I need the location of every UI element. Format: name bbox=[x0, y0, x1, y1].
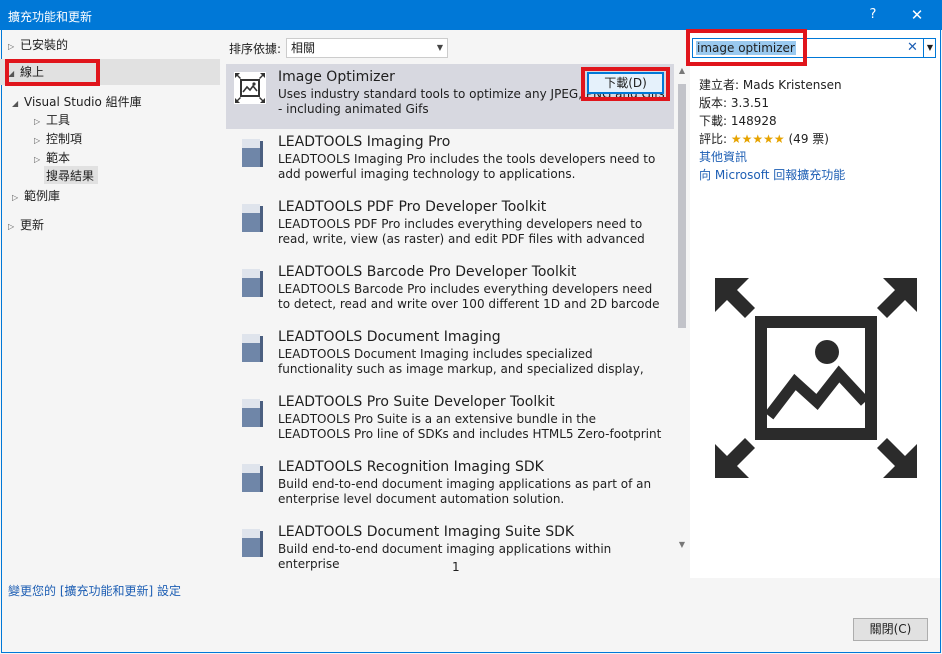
list-item[interactable]: LEADTOOLS Imaging Pro LEADTOOLS Imaging … bbox=[226, 129, 674, 194]
tree-label: 控制項 bbox=[46, 132, 83, 146]
tree-item-templates[interactable]: ▷ 範本 bbox=[34, 149, 70, 167]
version-text: 版本: 3.3.51 bbox=[699, 96, 770, 110]
tree-item-samples[interactable]: ▷ 範例庫 bbox=[12, 187, 60, 205]
rating-stars-icon: ★★★★★ bbox=[730, 132, 785, 146]
settings-link[interactable]: 變更您的 [擴充功能和更新] 設定 bbox=[8, 582, 181, 599]
leadtools-box-icon bbox=[242, 529, 263, 557]
scroll-up-icon[interactable]: ▲ bbox=[676, 66, 688, 75]
search-query: image optimizer bbox=[696, 41, 796, 55]
image-optimizer-icon bbox=[234, 72, 266, 104]
tree-label: 搜尋結果 bbox=[46, 169, 95, 183]
clear-icon[interactable]: ✕ bbox=[907, 40, 918, 55]
scroll-thumb[interactable] bbox=[678, 84, 686, 328]
votes-text: (49 票) bbox=[788, 132, 829, 146]
window-title: 擴充功能和更新 bbox=[8, 10, 93, 24]
leadtools-box-icon bbox=[242, 464, 263, 492]
tree-label: 已安裝的 bbox=[20, 38, 69, 52]
tree-label: 線上 bbox=[20, 65, 45, 79]
item-name: LEADTOOLS Document Imaging bbox=[278, 329, 501, 345]
search-input[interactable]: image optimizer ✕ ▼ bbox=[692, 38, 936, 58]
item-description: LEADTOOLS Document Imaging includes spec… bbox=[278, 347, 644, 376]
chevron-down-icon: ▼ bbox=[436, 43, 443, 52]
list-item[interactable]: LEADTOOLS Barcode Pro Developer Toolkit … bbox=[226, 259, 674, 324]
list-item[interactable]: LEADTOOLS Recognition Imaging SDK Build … bbox=[226, 454, 674, 519]
item-name: LEADTOOLS Imaging Pro bbox=[278, 134, 451, 150]
item-description: LEADTOOLS Imaging Pro includes the tools… bbox=[278, 152, 656, 181]
expand-arrow-icon: ▷ bbox=[12, 193, 19, 202]
rating-label: 評比: bbox=[699, 132, 728, 146]
tree-label: 工具 bbox=[46, 113, 71, 127]
scroll-down-icon[interactable]: ▼ bbox=[676, 540, 688, 549]
expand-arrow-icon: ▷ bbox=[34, 136, 41, 145]
image-optimizer-large-icon bbox=[715, 278, 917, 478]
extension-list: Image Optimizer Uses industry standard t… bbox=[226, 64, 674, 576]
leadtools-box-icon bbox=[242, 334, 263, 362]
expand-arrow-icon: ▷ bbox=[34, 117, 41, 126]
list-scrollbar[interactable]: ▲ ▼ bbox=[676, 64, 688, 554]
list-item[interactable]: LEADTOOLS Document Imaging Suite SDK Bui… bbox=[226, 519, 674, 576]
category-tree: ▷ 已安裝的 ◢ 線上 ◢ Visual Studio 組件庫 ▷ 工具 ▷ 控制項 ▷ 範… bbox=[0, 30, 222, 578]
tree-item-updates[interactable]: ▷ 更新 bbox=[8, 216, 44, 234]
item-description: Build end-to-end document imaging applic… bbox=[278, 542, 612, 571]
leadtools-box-icon bbox=[242, 269, 263, 297]
close-button[interactable]: 關閉(C) bbox=[853, 618, 928, 641]
tree-item-controls[interactable]: ▷ 控制項 bbox=[34, 130, 82, 148]
item-name: LEADTOOLS Pro Suite Developer Toolkit bbox=[278, 394, 555, 410]
sort-label: 排序依據: bbox=[229, 42, 282, 56]
title-bar: 擴充功能和更新 ? ✕ bbox=[0, 0, 942, 30]
item-description: LEADTOOLS PDF Pro includes everything de… bbox=[278, 217, 645, 246]
item-name: LEADTOOLS PDF Pro Developer Toolkit bbox=[278, 199, 547, 215]
creator-text: 建立者: Mads Kristensen bbox=[699, 78, 842, 92]
page-number[interactable]: 1 bbox=[452, 560, 460, 574]
expand-arrow-icon: ▷ bbox=[34, 155, 41, 164]
collapse-arrow-icon: ◢ bbox=[8, 69, 15, 78]
leadtools-box-icon bbox=[242, 399, 263, 427]
sort-value: 相關 bbox=[291, 41, 316, 55]
list-item[interactable]: LEADTOOLS Document Imaging LEADTOOLS Doc… bbox=[226, 324, 674, 389]
close-window-button[interactable]: ✕ bbox=[902, 4, 932, 26]
list-item[interactable]: LEADTOOLS Pro Suite Developer Toolkit LE… bbox=[226, 389, 674, 454]
download-button[interactable]: 下載(D) bbox=[587, 72, 664, 94]
sort-select[interactable]: 相關 ▼ bbox=[286, 38, 448, 58]
report-link[interactable]: 向 Microsoft 回報擴充功能 bbox=[699, 166, 845, 183]
tree-item-installed[interactable]: ▷ 已安裝的 bbox=[8, 36, 68, 54]
tree-label: 更新 bbox=[20, 218, 45, 232]
item-name: LEADTOOLS Barcode Pro Developer Toolkit bbox=[278, 264, 577, 280]
expand-arrow-icon: ▷ bbox=[8, 42, 15, 51]
tree-label: Visual Studio 組件庫 bbox=[24, 95, 142, 109]
item-description: LEADTOOLS Barcode Pro includes everythin… bbox=[278, 282, 660, 311]
tree-label: 範本 bbox=[46, 151, 71, 165]
item-description: LEADTOOLS Pro Suite is a an extensive bu… bbox=[278, 412, 662, 441]
item-name: LEADTOOLS Recognition Imaging SDK bbox=[278, 459, 544, 475]
list-item[interactable]: LEADTOOLS PDF Pro Developer Toolkit LEAD… bbox=[226, 194, 674, 259]
rating-row: 評比: ★★★★★ (49 票) bbox=[699, 130, 829, 147]
collapse-arrow-icon: ◢ bbox=[12, 99, 19, 108]
tree-label: 範例庫 bbox=[24, 189, 61, 203]
leadtools-box-icon bbox=[242, 204, 263, 232]
leadtools-box-icon bbox=[242, 139, 263, 167]
item-name: Image Optimizer bbox=[278, 69, 395, 85]
chevron-down-icon[interactable]: ▼ bbox=[923, 39, 936, 57]
item-name: LEADTOOLS Document Imaging Suite SDK bbox=[278, 524, 575, 540]
downloads-text: 下載: 148928 bbox=[699, 114, 777, 128]
more-info-link[interactable]: 其他資訊 bbox=[699, 148, 747, 165]
tree-item-online[interactable]: ◢ 線上 bbox=[8, 63, 44, 81]
tree-item-search-results[interactable]: 搜尋結果 bbox=[46, 167, 94, 185]
tree-item-vs-gallery[interactable]: ◢ Visual Studio 組件庫 bbox=[12, 93, 142, 111]
help-button[interactable]: ? bbox=[858, 4, 888, 26]
item-description: Build end-to-end document imaging applic… bbox=[278, 477, 652, 506]
tree-item-tools[interactable]: ▷ 工具 bbox=[34, 111, 70, 129]
expand-arrow-icon: ▷ bbox=[8, 222, 15, 231]
